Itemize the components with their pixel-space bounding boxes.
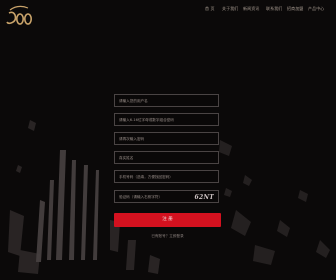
real-name-placeholder: 真实姓名: [119, 156, 134, 160]
captcha-placeholder: 验证码（请输入右侧字符）: [119, 195, 163, 199]
password-placeholder: 请输入6-16位字母或数字组合密码: [119, 118, 174, 122]
brand-logo[interactable]: [6, 4, 36, 30]
phone-field[interactable]: 手机号码（选填，方便找回密码）: [114, 170, 219, 183]
password-field[interactable]: 请输入6-16位字母或数字组合密码: [114, 113, 219, 126]
nav-item-news[interactable]: 新闻资讯: [243, 6, 259, 12]
username-placeholder: 请输入您的用户名: [119, 99, 148, 103]
phone-placeholder: 手机号码（选填，方便找回密码）: [119, 175, 173, 179]
confirm-password-placeholder: 请再次输入密码: [119, 137, 145, 141]
username-field[interactable]: 请输入您的用户名: [114, 94, 219, 107]
register-button[interactable]: 注 册: [114, 213, 221, 227]
confirm-password-field[interactable]: 请再次输入密码: [114, 132, 219, 145]
nav-item-products[interactable]: 产品中心: [308, 6, 324, 12]
nav-item-home[interactable]: 首 页: [205, 6, 215, 12]
logo-emblem-icon: [6, 5, 32, 25]
captcha-image[interactable]: 62NT: [195, 194, 215, 201]
real-name-field[interactable]: 真实姓名: [114, 151, 219, 164]
nav-item-join[interactable]: 招商加盟: [287, 6, 303, 12]
captcha-field[interactable]: 验证码（请输入右侧字符） 62NT: [114, 190, 219, 203]
nav-item-about[interactable]: 关于我们: [222, 6, 238, 12]
top-nav: 首 页 关于我们 新闻资讯 联系我们 招商加盟 产品中心: [205, 6, 336, 18]
nav-item-contact[interactable]: 联系我们: [266, 6, 282, 12]
login-link[interactable]: 已有账号？立即登录: [114, 234, 221, 239]
